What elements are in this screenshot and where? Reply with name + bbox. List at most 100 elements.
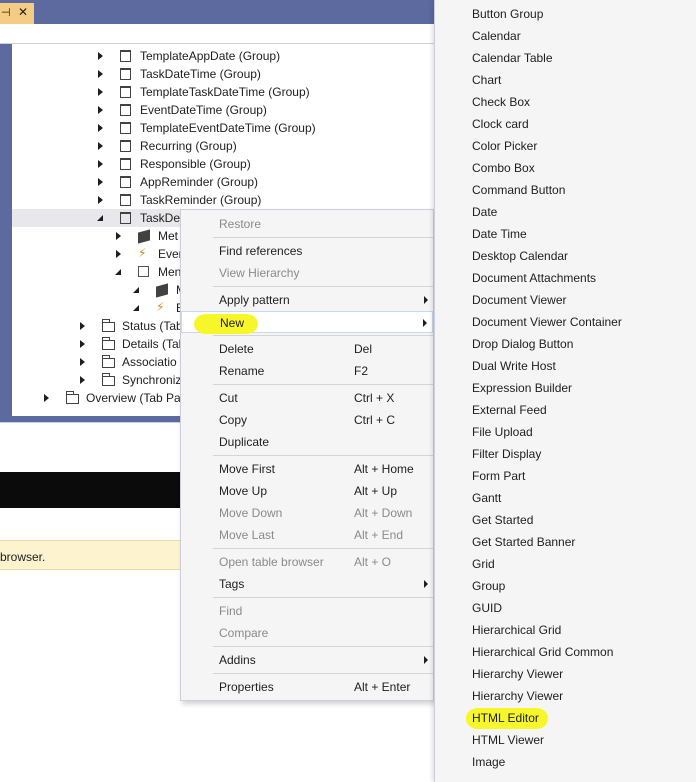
menu-item-restore[interactable]: Restore [181,213,433,235]
submenu-item-date-time[interactable]: Date Time [435,223,700,245]
collapse-arrow-icon[interactable] [115,269,121,275]
collapse-arrow-icon[interactable] [133,305,139,311]
collapse-arrow-icon[interactable] [133,287,139,293]
submenu-item-grid[interactable]: Grid [435,553,700,575]
expand-arrow-icon[interactable] [98,196,103,204]
submenu-item-image[interactable]: Image [435,751,700,773]
submenu-item-document-viewer-container[interactable]: Document Viewer Container [435,311,700,333]
submenu-item-calendar[interactable]: Calendar [435,25,700,47]
submenu-item-button-group[interactable]: Button Group [435,3,700,25]
menu-item-cut[interactable]: Cut Ctrl + X [181,387,433,409]
menu-item-addins[interactable]: Addins [181,649,433,671]
pin-icon[interactable]: ⊣ [1,6,11,19]
submenu-item-form-part[interactable]: Form Part [435,465,700,487]
menu-item-copy[interactable]: Copy Ctrl + C [181,409,433,431]
submenu-item-label: Chart [472,73,502,87]
submenu-item-drop-dialog-button[interactable]: Drop Dialog Button [435,333,700,355]
submenu-item-file-upload[interactable]: File Upload [435,421,700,443]
tree-node[interactable]: AppReminder (Group) [12,173,434,191]
submenu-item-hierarchical-grid-common[interactable]: Hierarchical Grid Common [435,641,700,663]
tree-node[interactable]: Recurring (Group) [12,137,434,155]
submenu-item-clock-card[interactable]: Clock card [435,113,700,135]
group-icon [120,50,131,62]
submenu-item-document-attachments[interactable]: Document Attachments [435,267,700,289]
collapse-arrow-icon[interactable] [97,215,103,221]
tree-node[interactable]: TaskDateTime (Group) [12,65,434,83]
menu-item-label: View Hierarchy [219,266,300,280]
menu-item-rename[interactable]: Rename F2 [181,360,433,382]
submenu-item-external-feed[interactable]: External Feed [435,399,700,421]
submenu-item-group[interactable]: Group [435,575,700,597]
menu-item-apply-pattern[interactable]: Apply pattern [181,289,433,311]
menu-item-move-first[interactable]: Move First Alt + Home [181,458,433,480]
submenu-item-document-viewer[interactable]: Document Viewer [435,289,700,311]
tree-node-label: Details (Tab [122,337,186,351]
expand-arrow-icon[interactable] [80,376,85,384]
submenu-item-label: Hierarchy Viewer [472,689,564,703]
submenu-item-filter-display[interactable]: Filter Display [435,443,700,465]
expand-arrow-icon[interactable] [98,88,103,96]
menu-item-find-references[interactable]: Find references [181,240,433,262]
submenu-item-combo-box[interactable]: Combo Box [435,157,700,179]
close-icon[interactable]: ✕ [18,5,28,19]
menu-item-open-table-browser[interactable]: Open table browser Alt + O [181,551,433,573]
submenu-item-hierarchy-viewer[interactable]: Hierarchy Viewer [435,663,700,685]
submenu-item-get-started-banner[interactable]: Get Started Banner [435,531,700,553]
menu-item-duplicate[interactable]: Duplicate [181,431,433,453]
submenu-item-desktop-calendar[interactable]: Desktop Calendar [435,245,700,267]
expand-arrow-icon[interactable] [80,340,85,348]
group-icon [120,104,131,116]
expand-arrow-icon[interactable] [80,322,85,330]
expand-arrow-icon[interactable] [98,178,103,186]
submenu-item-chart[interactable]: Chart [435,69,700,91]
menu-item-move-last[interactable]: Move Last Alt + End [181,524,433,546]
tree-node[interactable]: Responsible (Group) [12,155,434,173]
submenu-item-gantt[interactable]: Gantt [435,487,700,509]
expand-arrow-icon[interactable] [98,70,103,78]
tree-node[interactable]: TemplateEventDateTime (Group) [12,119,434,137]
menu-item-compare[interactable]: Compare [181,622,433,644]
group-icon [120,176,131,188]
submenu-item-calendar-table[interactable]: Calendar Table [435,47,700,69]
menu-item-new[interactable]: New [181,311,433,334]
submenu-item-date[interactable]: Date [435,201,700,223]
menu-item-view-hierarchy[interactable]: View Hierarchy [181,262,433,284]
expand-arrow-icon[interactable] [98,52,103,60]
expand-arrow-icon[interactable] [80,358,85,366]
submenu-item-dual-write-host[interactable]: Dual Write Host [435,355,700,377]
menu-item-move-up[interactable]: Move Up Alt + Up [181,480,433,502]
submenu-item-html-viewer[interactable]: HTML Viewer [435,729,700,751]
submenu-item-color-picker[interactable]: Color Picker [435,135,700,157]
menu-item-tags[interactable]: Tags [181,573,433,595]
menu-separator [213,597,433,598]
submenu-item-expression-builder[interactable]: Expression Builder [435,377,700,399]
expand-arrow-icon[interactable] [98,124,103,132]
submenu-item-html-editor[interactable]: HTML Editor [435,707,700,729]
tree-node[interactable]: TemplateAppDate (Group) [12,47,434,65]
menu-item-delete[interactable]: Delete Del [181,338,433,360]
expand-arrow-icon[interactable] [116,250,121,258]
submenu-item-command-button[interactable]: Command Button [435,179,700,201]
submenu-item-hierarchical-grid[interactable]: Hierarchical Grid [435,619,700,641]
document-tab-bar: ⊣ ✕ [0,0,434,24]
expand-arrow-icon[interactable] [98,106,103,114]
menu-item-find[interactable]: Find [181,600,433,622]
expand-arrow-icon[interactable] [116,232,121,240]
submenu-item-get-started[interactable]: Get Started [435,509,700,531]
tree-node[interactable]: EventDateTime (Group) [12,101,434,119]
tree-node[interactable]: TaskReminder (Group) [12,191,434,209]
submenu-item-hierarchy-viewer[interactable]: Hierarchy Viewer [435,685,700,707]
menu-item-properties[interactable]: Properties Alt + Enter [181,676,433,698]
menu-separator [213,455,433,456]
expand-arrow-icon[interactable] [98,160,103,168]
menu-item-move-down[interactable]: Move Down Alt + Down [181,502,433,524]
submenu-item-check-box[interactable]: Check Box [435,91,700,113]
submenu-item-label: Drop Dialog Button [472,337,574,351]
menu-item-shortcut: Alt + O [354,555,392,569]
submenu-item-guid[interactable]: GUID [435,597,700,619]
expand-arrow-icon[interactable] [98,142,103,150]
expand-arrow-icon[interactable] [44,394,49,402]
control-icon [138,266,149,277]
tree-node[interactable]: TemplateTaskDateTime (Group) [12,83,434,101]
active-document-tab[interactable]: ⊣ ✕ [0,3,34,24]
